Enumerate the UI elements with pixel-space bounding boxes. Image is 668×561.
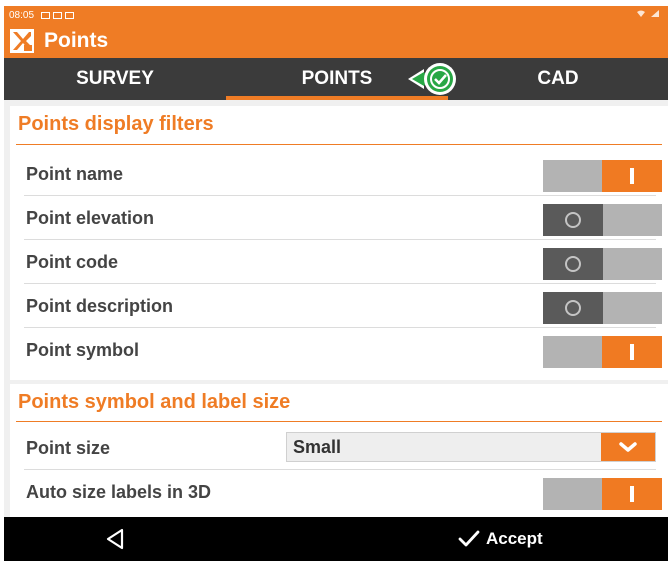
section-divider <box>16 421 662 422</box>
point-size-select[interactable]: Small <box>286 432 656 462</box>
toggle-knob <box>543 248 603 280</box>
xpad-logo <box>10 29 34 53</box>
status-right-icons <box>636 9 660 21</box>
tab-bar: SURVEY POINTS CAD <box>4 58 668 100</box>
accept-label: Accept <box>486 529 543 548</box>
signal-icon <box>651 10 659 17</box>
off-indicator-icon <box>565 256 581 272</box>
status-bar: 08:05 <box>4 6 668 26</box>
off-indicator-icon <box>565 212 581 228</box>
check-circle-icon <box>408 63 456 95</box>
on-indicator-icon <box>630 168 634 184</box>
select-value: Small <box>293 437 342 457</box>
off-indicator-icon <box>565 300 581 316</box>
accept-button[interactable]: Accept <box>458 527 543 551</box>
message-icon <box>65 12 74 19</box>
select-dropdown-button[interactable] <box>601 433 655 461</box>
section-title: Points symbol and label size <box>18 391 291 413</box>
status-icons <box>41 12 74 19</box>
point-elevation-toggle[interactable] <box>543 204 662 236</box>
toggle-knob <box>543 204 603 236</box>
back-button[interactable] <box>104 527 128 551</box>
check-icon <box>458 530 480 547</box>
row-label: Point name <box>26 164 124 184</box>
row-label: Point symbol <box>26 340 140 360</box>
page-title: Points <box>44 29 109 52</box>
row-point-symbol: Point symbol <box>24 328 662 372</box>
row-point-name: Point name <box>24 152 662 196</box>
row-point-description: Point description <box>24 284 662 328</box>
app-bar: Points <box>4 26 668 58</box>
point-symbol-toggle[interactable] <box>543 336 662 368</box>
row-label: Point size <box>26 438 111 458</box>
calendar-icon <box>53 12 62 19</box>
on-indicator-icon <box>630 486 634 502</box>
content-area: Points display filters Point name Point … <box>4 100 668 517</box>
status-time: 08:05 <box>9 10 35 21</box>
row-point-size: Point size Small <box>24 426 662 470</box>
points-symbol-label-size-section: Points symbol and label size Point size … <box>10 384 668 517</box>
row-label: Auto size labels in 3D <box>26 482 212 502</box>
section-title: Points display filters <box>18 113 214 135</box>
bottom-bar: Accept <box>4 517 668 561</box>
row-point-code: Point code <box>24 240 662 284</box>
auto-size-labels-toggle[interactable] <box>543 478 662 510</box>
toggle-knob <box>602 336 662 368</box>
toggle-knob <box>602 478 662 510</box>
point-code-toggle[interactable] <box>543 248 662 280</box>
wifi-icon <box>637 10 646 17</box>
row-point-elevation: Point elevation <box>24 196 662 240</box>
row-label: Point description <box>26 296 174 316</box>
on-indicator-icon <box>630 344 634 360</box>
point-description-toggle[interactable] <box>543 292 662 324</box>
row-label: Point elevation <box>26 208 155 228</box>
image-icon <box>41 12 50 19</box>
toggle-knob <box>602 160 662 192</box>
points-display-filters-section: Points display filters Point name Point … <box>10 106 668 380</box>
chevron-down-icon <box>619 442 637 452</box>
section-divider <box>16 144 662 145</box>
tab-cad[interactable]: CAD <box>448 58 668 100</box>
back-triangle-icon <box>106 528 124 550</box>
toggle-knob <box>543 292 603 324</box>
row-label: Point code <box>26 252 119 272</box>
tab-survey[interactable]: SURVEY <box>4 58 226 100</box>
row-auto-size-labels: Auto size labels in 3D <box>24 470 662 514</box>
point-name-toggle[interactable] <box>543 160 662 192</box>
